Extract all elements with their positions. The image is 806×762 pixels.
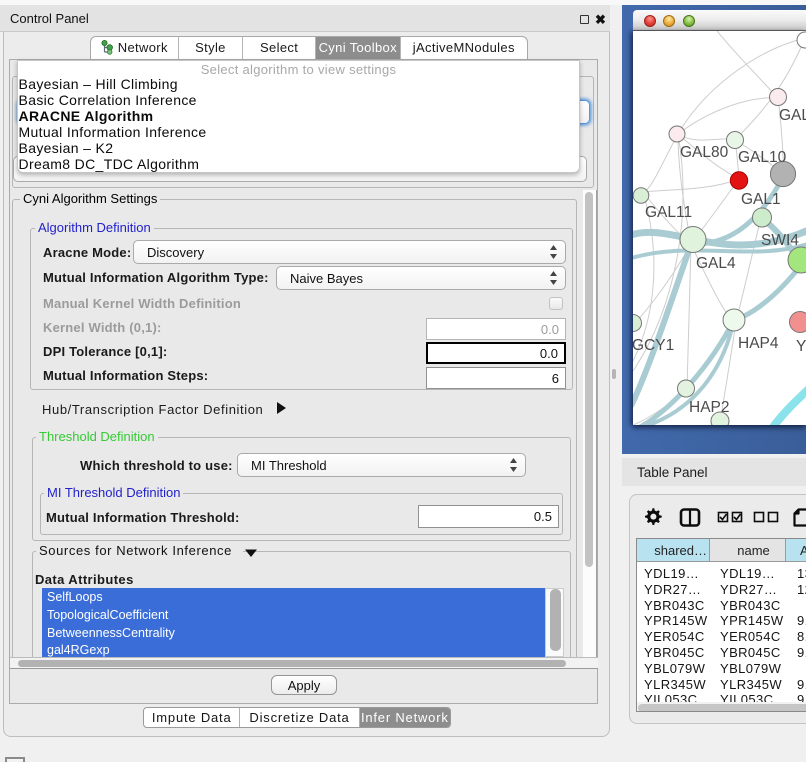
svg-text:GAL10: GAL10 xyxy=(738,149,787,166)
svg-text:GAL1: GAL1 xyxy=(741,191,781,208)
svg-text:GAL11: GAL11 xyxy=(645,204,692,221)
svg-text:GAL80: GAL80 xyxy=(680,144,729,161)
svg-text:YJ: YJ xyxy=(796,338,806,355)
svg-text:HAP4: HAP4 xyxy=(738,335,779,352)
svg-text:SWI4: SWI4 xyxy=(761,232,799,249)
svg-text:HAP2: HAP2 xyxy=(689,399,730,416)
svg-text:GCY1: GCY1 xyxy=(633,337,674,354)
svg-text:GAL4: GAL4 xyxy=(696,255,736,272)
svg-text:GAL7: GAL7 xyxy=(779,107,806,124)
